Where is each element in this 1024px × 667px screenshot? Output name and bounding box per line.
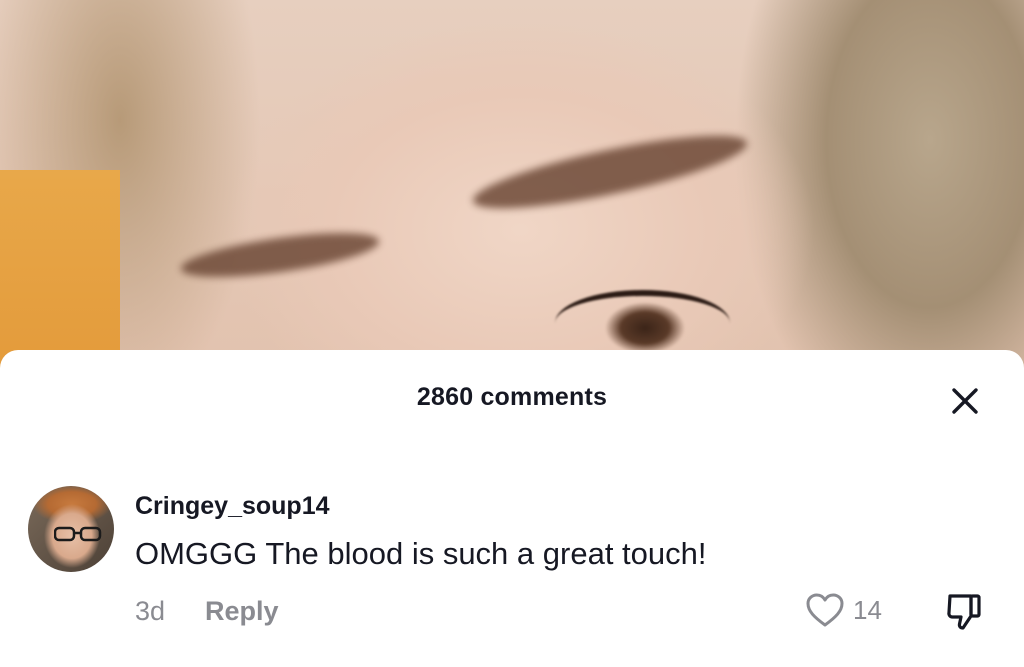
reply-button[interactable]: Reply: [205, 596, 279, 627]
comments-header: 2860 comments: [0, 350, 1024, 446]
comment-item: Cringey_soup14 OMGGG The blood is such a…: [0, 478, 1024, 630]
comments-count: 2860 comments: [416, 383, 608, 411]
app-screen: 2860 comments Cringey_soup14 OMGGG The b…: [0, 0, 1024, 667]
close-icon: [952, 388, 978, 414]
thumbs-down-icon: [947, 594, 981, 630]
comments-sheet: 2860 comments Cringey_soup14 OMGGG The b…: [0, 350, 1024, 667]
comment-text: OMGGG The blood is such a great touch!: [135, 536, 707, 571]
heart-icon: [806, 593, 844, 627]
glasses-icon: [54, 526, 102, 542]
left-eyebrow: [178, 224, 382, 286]
close-button[interactable]: [944, 380, 986, 422]
background-wall: [0, 170, 120, 380]
comment-username[interactable]: Cringey_soup14: [135, 492, 330, 521]
right-eyebrow: [468, 121, 752, 223]
avatar[interactable]: [28, 486, 114, 572]
eye: [555, 290, 730, 356]
video-frame[interactable]: [0, 0, 1024, 380]
dislike-button[interactable]: [942, 590, 986, 634]
comment-meta: 3d Reply: [135, 596, 279, 627]
comment-timestamp: 3d: [135, 596, 166, 626]
like-button[interactable]: 14: [805, 592, 882, 628]
like-count: 14: [853, 594, 882, 625]
